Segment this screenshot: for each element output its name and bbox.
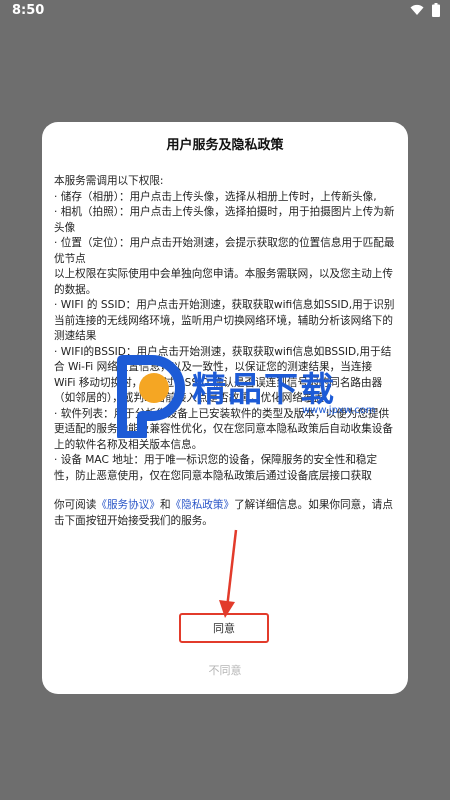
permission-note: 以上权限在实际使用中会单独向您申请。本服务需联网，以及您主动上传的数据。 [54, 268, 393, 296]
read-prefix: 你可阅读 [54, 499, 97, 511]
permission-mac-address: · 设备 MAC 地址：用于唯一标识您的设备，保障服务的安全性和稳定性，防止恶意… [54, 454, 378, 482]
disagree-button[interactable]: 不同意 [187, 659, 263, 681]
status-bar: 8:50 [0, 0, 450, 22]
wifi-icon [410, 4, 424, 16]
dialog-body[interactable]: 本服务需调用以下权限: · 储存（相册）：用户点击上传头像，选择从相册上传时，上… [54, 174, 396, 529]
permission-location: · 位置（定位）：用户点击开始测速，会提示获取您的位置信息用于匹配最优节点 [54, 237, 395, 265]
annotation-arrow-icon [219, 529, 238, 618]
permission-wifi-ssid: · WIFI 的 SSID：用户点击开始测速，获取获取wifi信息如SSID,用… [54, 299, 395, 342]
status-icons [410, 3, 440, 17]
read-and: 和 [159, 499, 171, 511]
privacy-policy-link[interactable]: 《隐私政策》 [171, 499, 235, 511]
permission-wifi-bssid: · WIFI的BSSID：用户点击开始测速，获取获取wifi信息如BSSID,用… [54, 345, 392, 405]
dialog-title: 用户服务及隐私政策 [166, 138, 284, 153]
battery-icon [432, 3, 440, 17]
status-time: 8:50 [12, 3, 45, 18]
permission-storage: · 储存（相册）：用户点击上传头像，选择从相册上传时，上传新头像, [54, 190, 377, 203]
permission-camera: · 相机（拍照）：用户点击上传头像，选择拍摄时，用于拍摄图片上传为新头像 [54, 206, 395, 234]
service-agreement-link[interactable]: 《服务协议》 [96, 499, 160, 511]
read-agreement-text: 你可阅读《服务协议》和《隐私政策》了解详细信息。如果你同意，请点击下面按钮开始接… [54, 498, 396, 529]
permission-app-list: · 软件列表：用于分析您设备上已安装软件的类型及版本，以便为您提供更适配的服务功… [54, 407, 393, 451]
permission-intro: 本服务需调用以下权限: [54, 175, 164, 187]
